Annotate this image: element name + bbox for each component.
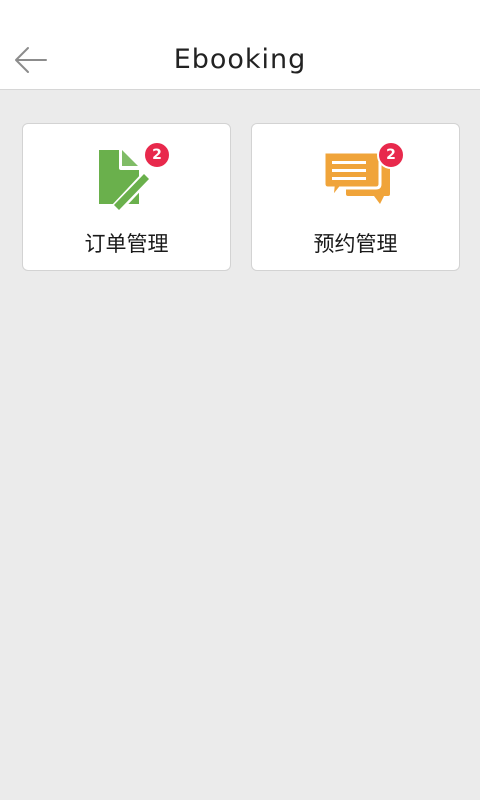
page-title: Ebooking [173, 44, 307, 75]
order-management-card[interactable]: 2 订单管理 [22, 123, 231, 271]
order-management-label: 订单管理 [84, 232, 169, 256]
reservation-count-badge: 2 [377, 141, 405, 169]
app-header: Ebooking [0, 0, 480, 90]
reservation-management-label: 预约管理 [313, 232, 398, 256]
reservation-management-card[interactable]: 2 预约管理 [251, 123, 460, 271]
order-count-badge: 2 [143, 141, 171, 169]
